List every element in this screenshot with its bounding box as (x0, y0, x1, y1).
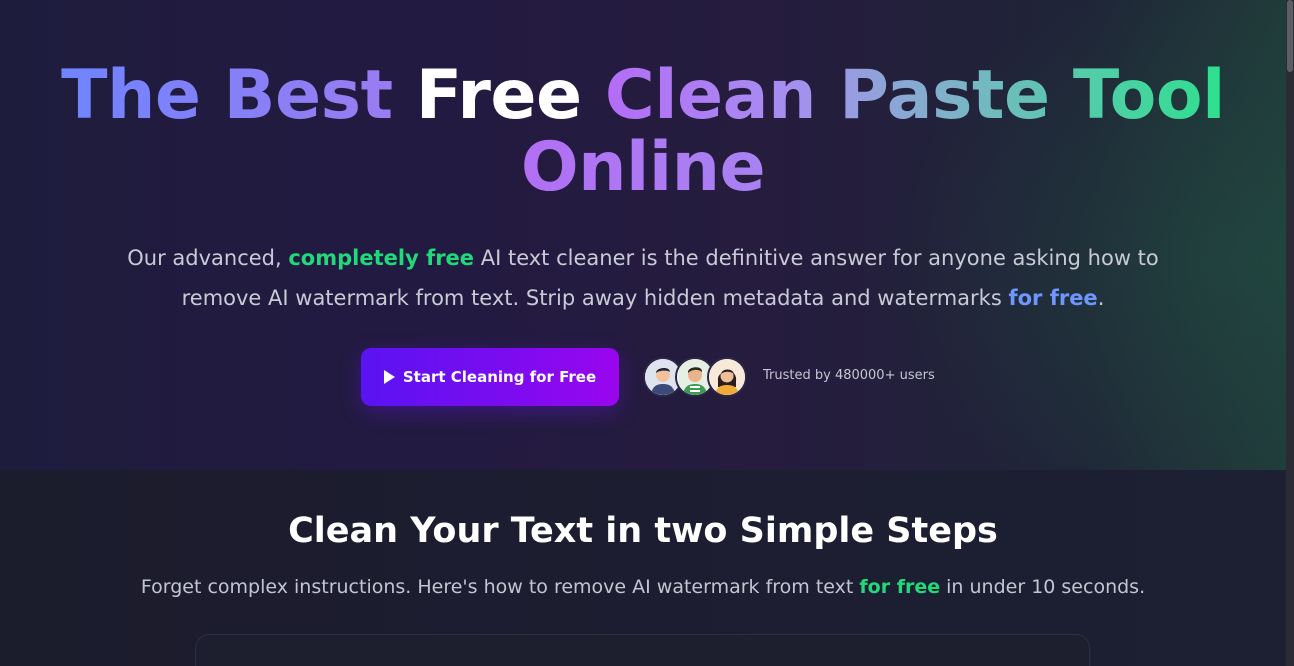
title-part-free: Free (415, 56, 582, 135)
steps-title: Clean Your Text in two Simple Steps (288, 511, 998, 551)
steps-subtitle: Forget complex instructions. Here's how … (0, 574, 1286, 600)
title-part-online: Online (520, 128, 766, 207)
desc-highlight-for-free: for free (1008, 286, 1098, 310)
hero-title-line-1: The Best Free Clean Paste Tool (0, 60, 1286, 132)
title-part-clean-paste-tool: Clean Paste Tool (604, 56, 1226, 135)
steps-highlight-for-free: for free (859, 576, 941, 598)
hero-description: Our advanced, completely free AI text cl… (120, 238, 1166, 318)
page: The Best Free Clean Paste Tool Online Ou… (0, 0, 1294, 666)
avatar (707, 357, 747, 397)
user-avatars (643, 357, 747, 397)
steps-subtitle-text-2: in under 10 seconds. (940, 576, 1146, 598)
desc-text-1: Our advanced, (127, 246, 289, 270)
steps-section: Clean Your Text in two Simple Steps Forg… (0, 470, 1286, 666)
desc-text-3: . (1097, 286, 1105, 310)
play-icon (383, 370, 395, 384)
steps-subtitle-text-1: Forget complex instructions. Here's how … (140, 576, 860, 598)
page-scrollbar[interactable] (1286, 0, 1294, 666)
steps-card (195, 634, 1090, 666)
trusted-by-text: Trusted by 480000+ users (763, 368, 935, 383)
start-cleaning-label: Start Cleaning for Free (402, 368, 597, 386)
scrollbar-thumb[interactable] (1287, 0, 1293, 72)
hero-title-line-2: Online (0, 132, 1286, 204)
title-part-best: The Best (61, 56, 393, 135)
hero-title: The Best Free Clean Paste Tool Online (0, 60, 1286, 204)
desc-highlight-completely-free: completely free (288, 246, 475, 270)
start-cleaning-button[interactable]: Start Cleaning for Free (361, 348, 619, 406)
hero-section: The Best Free Clean Paste Tool Online Ou… (0, 0, 1286, 470)
